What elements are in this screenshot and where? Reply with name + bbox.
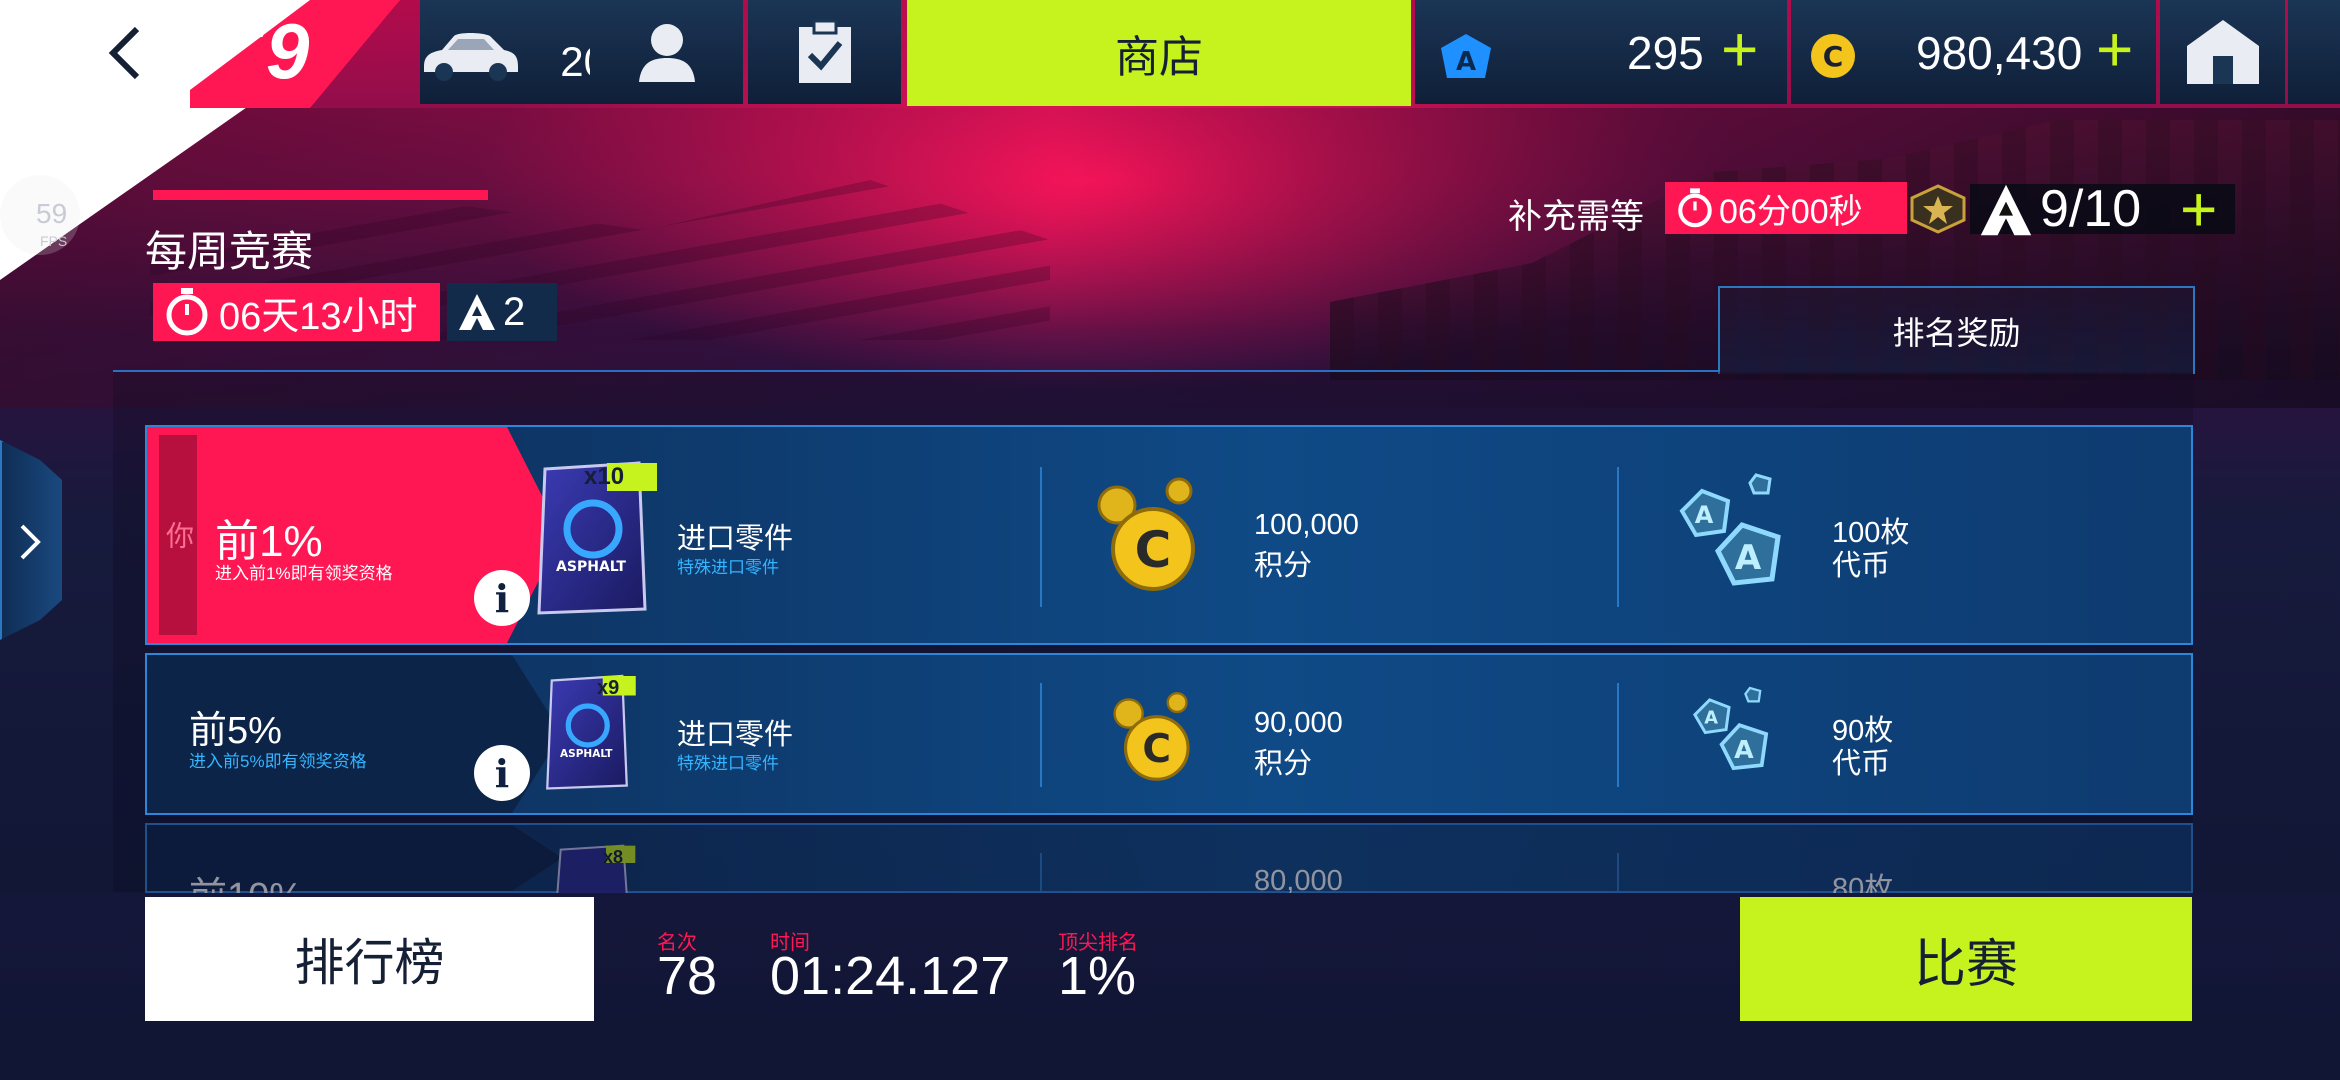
svg-text:A: A — [1704, 708, 1718, 729]
event-timer: 06天13小时 — [219, 295, 418, 338]
svg-text:A: A — [1735, 538, 1762, 578]
top-rank-stat-value: 1% — [1058, 946, 1137, 1006]
svg-text:ASPHALT: ASPHALT — [560, 748, 613, 760]
tokens-reward-label: 代币 — [1832, 550, 1891, 582]
rank-stat-value: 78 — [657, 946, 718, 1006]
tokens-reward-label: 代币 — [1832, 748, 1891, 780]
svg-text:C: C — [1135, 521, 1172, 579]
column-divider — [1040, 683, 1042, 787]
side-menu-toggle[interactable] — [0, 440, 62, 640]
token-icon: A — [1441, 34, 1491, 78]
svg-text:C: C — [1142, 727, 1171, 772]
tokens-reward-icon: A A — [1692, 686, 1769, 771]
leaderboard-button[interactable]: 排行榜 — [145, 897, 594, 1021]
chevron-left-icon — [108, 26, 140, 80]
back-button[interactable] — [90, 18, 160, 88]
svg-text:A: A — [1456, 47, 1476, 77]
credits-value: 980,430 — [1916, 27, 2083, 79]
column-divider — [1040, 467, 1042, 607]
car-icon — [424, 33, 518, 81]
pack-sub-label: 特殊进口零件 — [677, 754, 779, 773]
info-button[interactable]: i — [474, 745, 530, 801]
pack-label: 进口零件 — [677, 523, 794, 555]
event-title: 每周竞赛 — [145, 228, 314, 275]
credits-coins-icon: C — [1113, 692, 1190, 781]
add-credits-button[interactable]: + — [2096, 14, 2133, 84]
profile-icon — [638, 24, 695, 82]
clipboard-check-icon — [798, 19, 851, 83]
top-bar: LV 9 20 商店 A 295 + C 980,430 + — [0, 0, 2340, 280]
column-divider — [1040, 853, 1042, 895]
credits-reward-value: 90,000 — [1254, 707, 1343, 739]
tokens-display: A 295 + — [1415, 0, 1787, 104]
svg-text:A: A — [1695, 501, 1714, 529]
garage-button[interactable]: 20 — [420, 0, 616, 104]
pack-sub-label: 特殊进口零件 — [677, 558, 779, 577]
svg-text:C: C — [1823, 40, 1844, 73]
credits-display: C 980,430 + — [1791, 0, 2156, 104]
fuel-token-icon — [1980, 184, 2032, 236]
pack-label: 进口零件 — [677, 719, 794, 751]
rank-tier-note: 进入前1%即有领奖资格 — [215, 564, 393, 583]
credits-reward-label: 积分 — [1254, 748, 1313, 780]
tokens-reward-icon: A A — [1679, 473, 1781, 586]
chevron-right-icon — [20, 524, 41, 560]
fuel-count: 9/10 — [2040, 180, 2142, 238]
info-button[interactable]: i — [474, 570, 530, 626]
fuel-refill: 补充需等 06分00秒 9/10 + — [1500, 174, 2235, 244]
home-icon — [2186, 20, 2259, 84]
shop-button[interactable]: 商店 — [907, 0, 1411, 106]
pack-multiplier: x10 — [584, 463, 625, 490]
entry-cost-badge: 2 — [447, 283, 557, 341]
stopwatch-icon — [166, 288, 208, 336]
credits-coin-icon: C — [1811, 34, 1855, 78]
entry-cost-value: 2 — [503, 289, 526, 334]
fps-value: 59 — [36, 198, 68, 229]
add-fuel-button[interactable]: + — [2180, 174, 2217, 244]
profile-button[interactable] — [590, 0, 743, 104]
reward-row-top1: 你 前1% 进入前1%即有领奖资格 ASPHALT x10 i 进口零件 特殊进… — [145, 425, 2193, 645]
svg-text:ASPHALT: ASPHALT — [556, 559, 626, 575]
tab-rank-rewards[interactable]: 排名奖励 — [1718, 286, 2195, 374]
star-rank-icon — [1910, 184, 1966, 234]
column-divider — [1617, 853, 1619, 895]
tasks-button[interactable] — [748, 0, 901, 104]
fuel-token-icon — [459, 294, 495, 330]
you-marker: 你 — [159, 435, 197, 635]
column-divider — [1617, 467, 1619, 607]
level-number: 9 — [266, 7, 310, 95]
fps-label: FPS — [40, 233, 68, 249]
topbar-edge — [2288, 0, 2340, 104]
pack-multiplier: x8 — [603, 847, 624, 867]
race-button[interactable]: 比赛 — [1740, 897, 2192, 1021]
stopwatch-icon — [1678, 188, 1712, 228]
refill-label: 补充需等 — [1508, 198, 1644, 236]
credits-reward-value: 100,000 — [1254, 509, 1359, 541]
reward-row-top5: 前5% 进入前5%即有领奖资格 ASPHALT x9 i 进口零件 特殊进口零件… — [145, 653, 2193, 815]
add-tokens-button[interactable]: + — [1721, 14, 1758, 84]
refill-timer: 06分00秒 — [1719, 192, 1863, 231]
event-accent-bar — [153, 190, 488, 200]
import-parts-pack-icon: ASPHALT — [546, 674, 636, 790]
level-prefix: LV — [244, 20, 269, 42]
time-stat-value: 01:24.127 — [770, 946, 1011, 1006]
svg-text:A: A — [1734, 735, 1754, 764]
reward-row-top10: 前10% x8 80,000 80枚 — [145, 823, 2193, 918]
home-button[interactable] — [2160, 0, 2285, 104]
credits-coins-icon: C — [1097, 477, 1195, 591]
pack-multiplier: x9 — [597, 677, 620, 699]
rank-tier: 前5% — [189, 710, 282, 752]
refill-timer-badge: 06分00秒 — [1665, 182, 1907, 234]
rank-tier-note: 进入前5%即有领奖资格 — [189, 752, 367, 771]
credits-reward-label: 积分 — [1254, 550, 1313, 582]
event-timer-badge: 06天13小时 — [153, 283, 440, 341]
tokens-value: 295 — [1627, 27, 1704, 79]
column-divider — [1617, 683, 1619, 787]
